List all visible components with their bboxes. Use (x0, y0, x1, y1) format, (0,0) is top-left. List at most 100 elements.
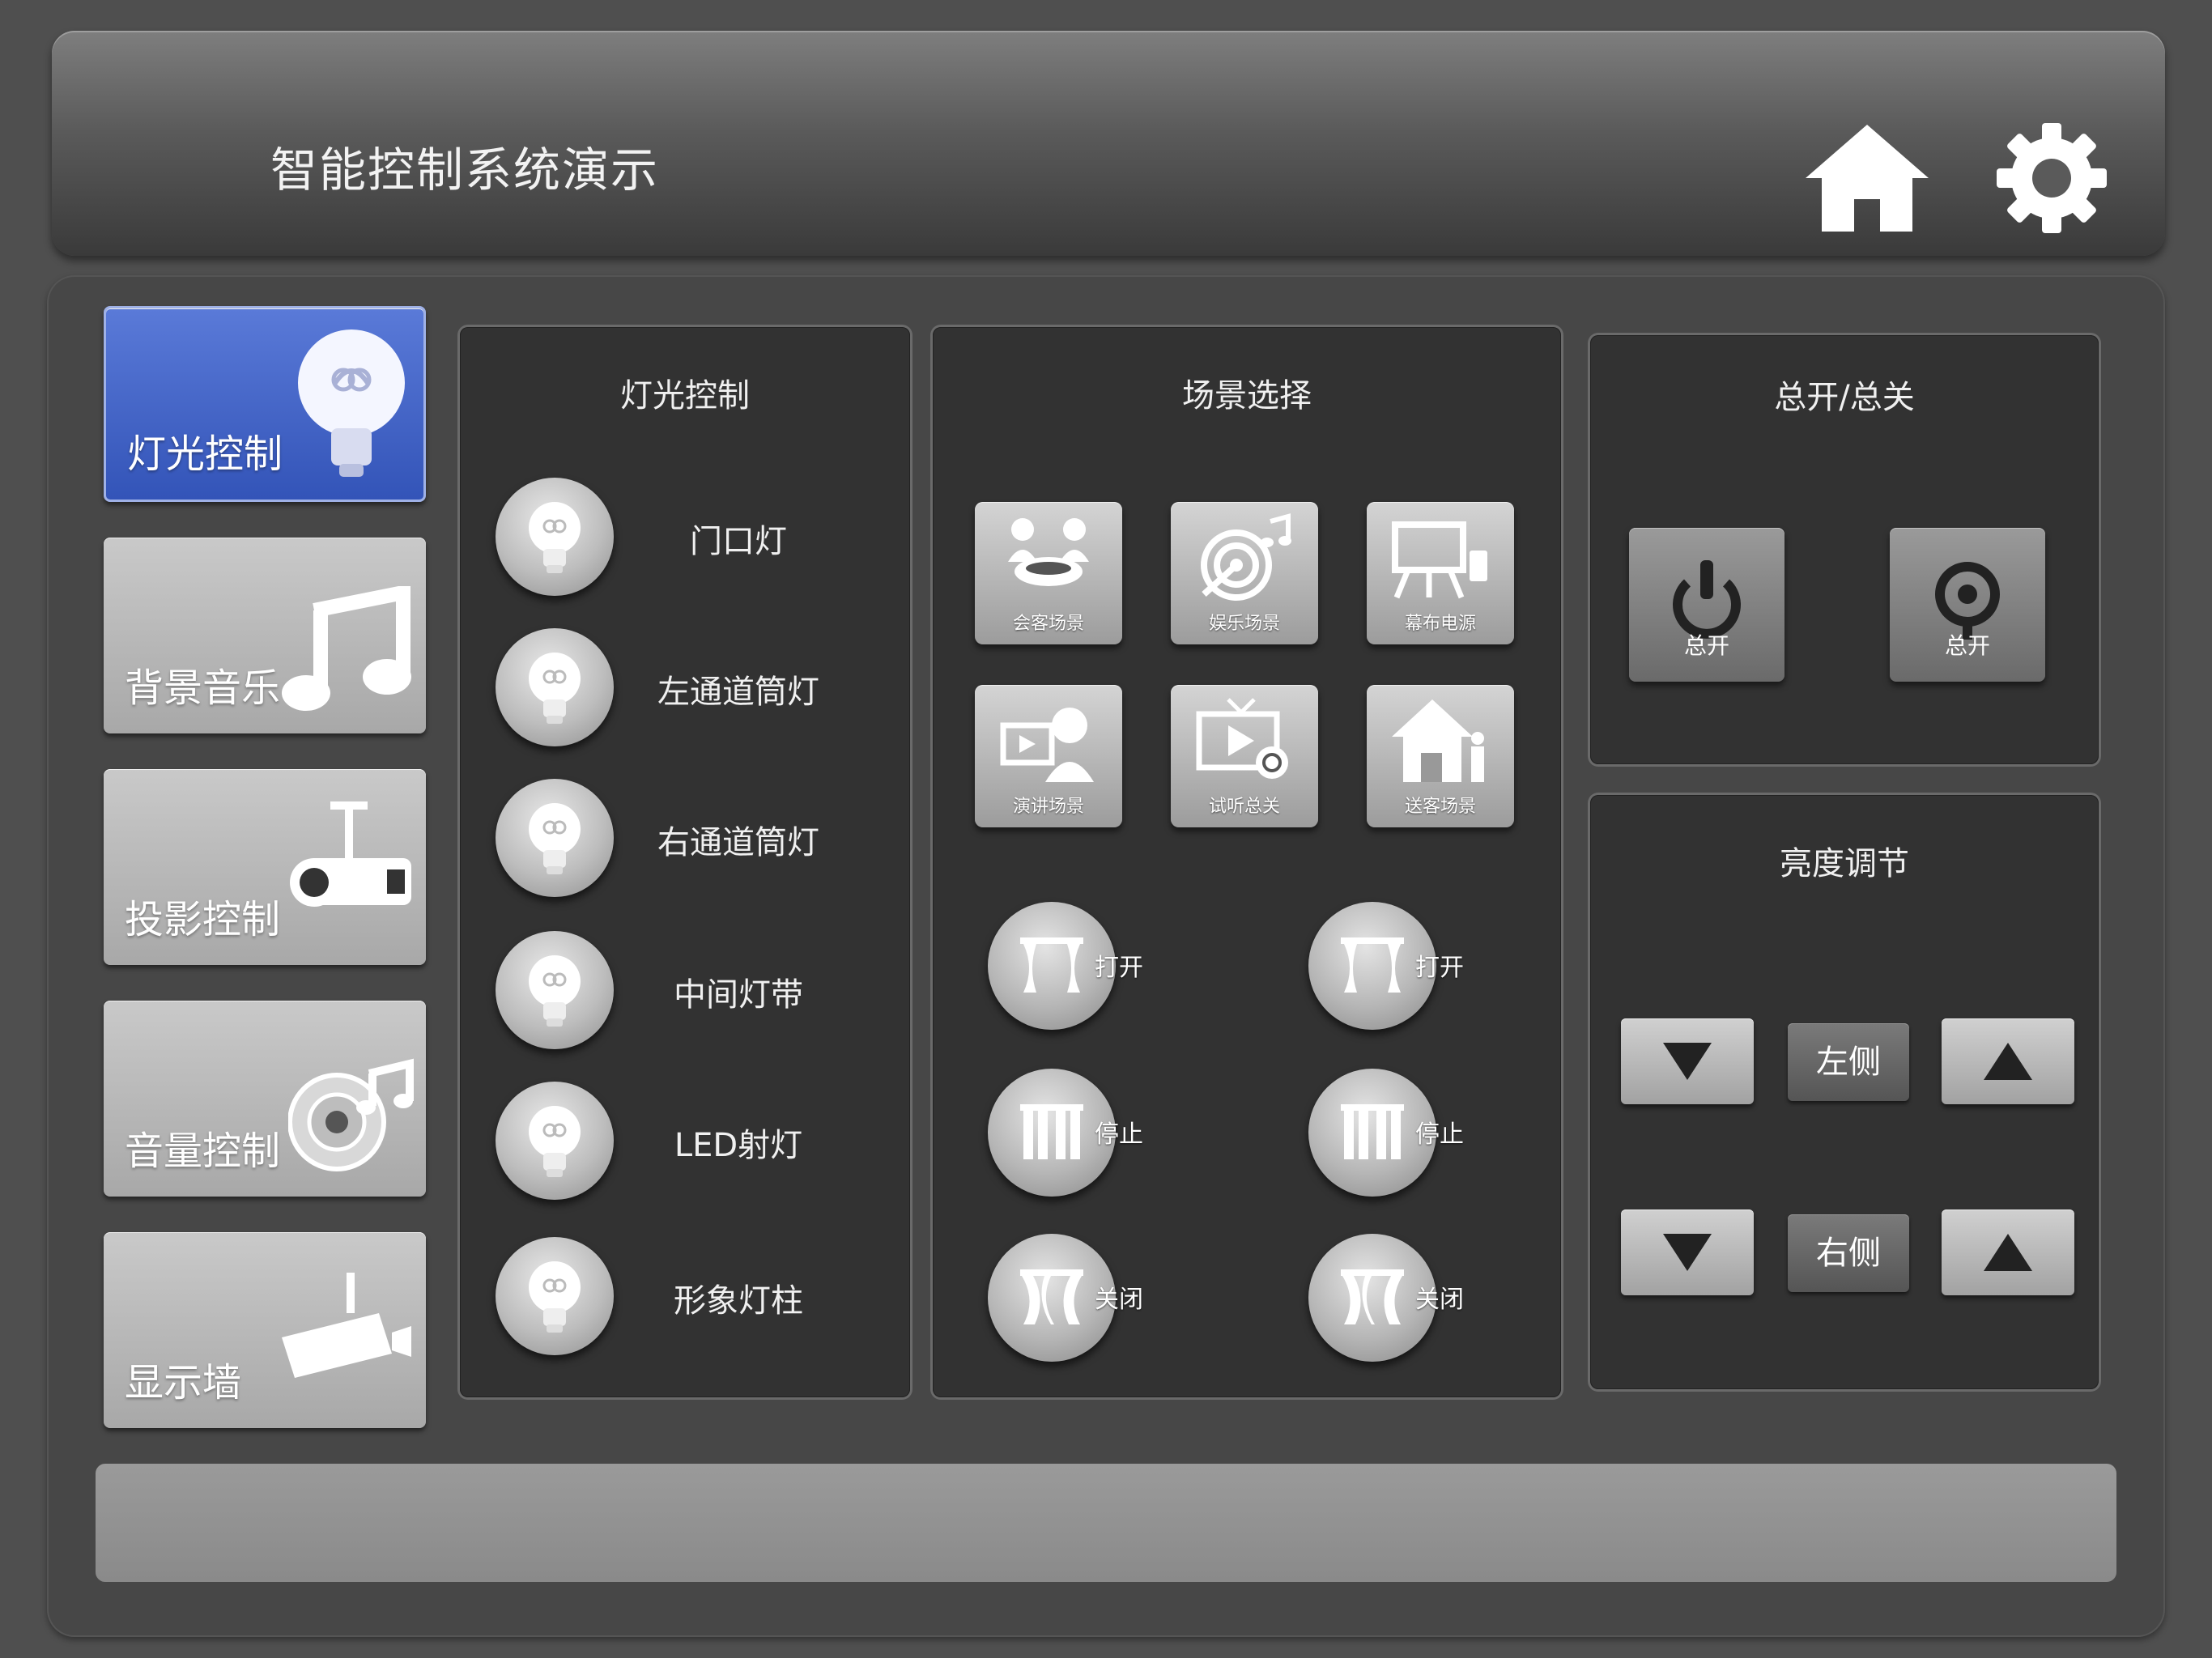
curtain-right-stop[interactable]: 停止 (1308, 1069, 1470, 1198)
bulb-icon (529, 955, 581, 1027)
panel-title: 场景选择 (1182, 377, 1312, 414)
page-title: 智能控制系统演示 (270, 142, 660, 198)
scene-screen-power[interactable]: 幕布电源 (1367, 502, 1514, 644)
bulb-icon (298, 329, 405, 477)
curtain-right-open[interactable]: 打开 (1308, 902, 1470, 1031)
power-off-button[interactable]: 总开 (1890, 528, 2045, 682)
sidebar-item-label: 音量控制 (125, 1129, 281, 1174)
curtain-icon (1341, 937, 1404, 993)
scene-label: 演讲场景 (1012, 797, 1084, 817)
sidebar-item-lighting[interactable]: 灯光控制 (104, 306, 426, 502)
scene-label: 试听总关 (1208, 797, 1280, 817)
curtain-icon (1341, 1269, 1404, 1324)
target-music-icon (1201, 513, 1291, 601)
presenter-icon (1000, 708, 1094, 782)
light-button-image-pillar[interactable]: 形象灯柱 (496, 1237, 884, 1358)
power-label: 总开 (1944, 632, 1990, 659)
header-bar: 智能控制系统演示 (52, 31, 2165, 256)
scene-reception[interactable]: 会客场景 (975, 502, 1122, 644)
light-label: 门口灯 (690, 523, 787, 560)
tv-power-icon (1196, 698, 1288, 779)
light-button-led-spot[interactable]: LED射灯 (496, 1082, 884, 1203)
bulb-icon (529, 803, 581, 874)
curtain-icon (1020, 1269, 1083, 1324)
light-label: 形象灯柱 (674, 1282, 803, 1320)
bulb-icon (529, 1106, 581, 1177)
scene-entertainment[interactable]: 娱乐场景 (1171, 502, 1318, 644)
curtain-label: 打开 (1095, 954, 1143, 982)
curtain-label: 停止 (1095, 1120, 1143, 1149)
screen-power-icon (1392, 521, 1487, 599)
panel-title: 灯光控制 (620, 377, 750, 414)
curtain-icon (1341, 1104, 1404, 1159)
scene-farewell[interactable]: 送客场景 (1367, 685, 1514, 827)
light-toggle[interactable] (496, 779, 614, 897)
light-toggle[interactable] (496, 628, 614, 746)
light-button-entrance[interactable]: 门口灯 (496, 478, 884, 599)
panel-title: 总开/总关 (1774, 379, 1915, 416)
reception-icon (1008, 518, 1089, 586)
light-label: 右通道筒灯 (657, 824, 819, 861)
triangle-up-icon (1984, 1234, 2032, 1271)
sidebar-item-label: 灯光控制 (127, 432, 283, 477)
camera-icon (282, 1273, 411, 1378)
sidebar-item-display-wall[interactable]: 显示墙 (104, 1232, 426, 1428)
curtain-icon (1020, 1104, 1083, 1159)
music-note-icon (282, 586, 411, 711)
house-person-icon (1392, 699, 1484, 782)
curtain-label: 关闭 (1095, 1286, 1143, 1314)
curtain-icon (1020, 937, 1083, 993)
scene-label: 会客场景 (1012, 614, 1084, 634)
left-side-label: 左侧 (1788, 1023, 1909, 1101)
speaker-icon (288, 1058, 414, 1171)
curtain-left-close[interactable]: 关闭 (988, 1234, 1150, 1363)
curtain-left-stop[interactable]: 停止 (988, 1069, 1150, 1198)
curtain-label: 关闭 (1415, 1286, 1464, 1314)
bulb-icon (529, 502, 581, 573)
power-on-button[interactable]: 总开 (1629, 528, 1784, 682)
light-button-right-aisle[interactable]: 右通道筒灯 (496, 779, 884, 900)
scene-presentation[interactable]: 演讲场景 (975, 685, 1122, 827)
sidebar-item-label: 投影控制 (125, 897, 281, 942)
light-button-left-aisle[interactable]: 左通道筒灯 (496, 628, 884, 750)
status-bar (96, 1464, 2116, 1582)
light-toggle[interactable] (496, 1082, 614, 1200)
projector-icon (290, 801, 411, 907)
home-button[interactable] (1802, 121, 1932, 235)
sidebar-item-projector[interactable]: 投影控制 (104, 769, 426, 965)
scene-label: 娱乐场景 (1208, 614, 1280, 634)
light-toggle[interactable] (496, 1237, 614, 1355)
sidebar-item-label: 显示墙 (125, 1360, 242, 1405)
settings-button[interactable] (1995, 121, 2108, 235)
sidebar-item-music[interactable]: 背景音乐 (104, 538, 426, 733)
scene-label: 送客场景 (1404, 797, 1476, 817)
curtain-label: 打开 (1415, 954, 1464, 982)
triangle-down-icon (1663, 1234, 1712, 1271)
curtain-left-open[interactable]: 打开 (988, 902, 1150, 1031)
light-button-middle-strip[interactable]: 中间灯带 (496, 931, 884, 1052)
sidebar-item-label: 背景音乐 (125, 665, 281, 711)
bulb-icon (529, 653, 581, 724)
light-label: LED射灯 (674, 1127, 803, 1164)
right-brightness-down-button[interactable] (1621, 1209, 1754, 1295)
home-icon (1806, 125, 1929, 232)
left-brightness-up-button[interactable] (1942, 1018, 2074, 1104)
right-side-label: 右侧 (1788, 1214, 1909, 1292)
gear-icon (1997, 123, 2107, 233)
bulb-icon (529, 1261, 581, 1333)
curtain-label: 停止 (1415, 1120, 1464, 1149)
sidebar-item-volume[interactable]: 音量控制 (104, 1001, 426, 1197)
scene-label: 幕布电源 (1404, 614, 1476, 634)
left-brightness-down-button[interactable] (1621, 1018, 1754, 1104)
triangle-up-icon (1984, 1043, 2032, 1080)
light-toggle[interactable] (496, 478, 614, 596)
scene-av-off[interactable]: 试听总关 (1171, 685, 1318, 827)
light-label: 中间灯带 (674, 976, 803, 1014)
light-toggle[interactable] (496, 931, 614, 1049)
triangle-down-icon (1663, 1043, 1712, 1080)
panel-title: 亮度调节 (1780, 845, 1909, 882)
right-brightness-up-button[interactable] (1942, 1209, 2074, 1295)
light-label: 左通道筒灯 (657, 674, 819, 711)
curtain-right-close[interactable]: 关闭 (1308, 1234, 1470, 1363)
power-label: 总开 (1683, 632, 1729, 659)
